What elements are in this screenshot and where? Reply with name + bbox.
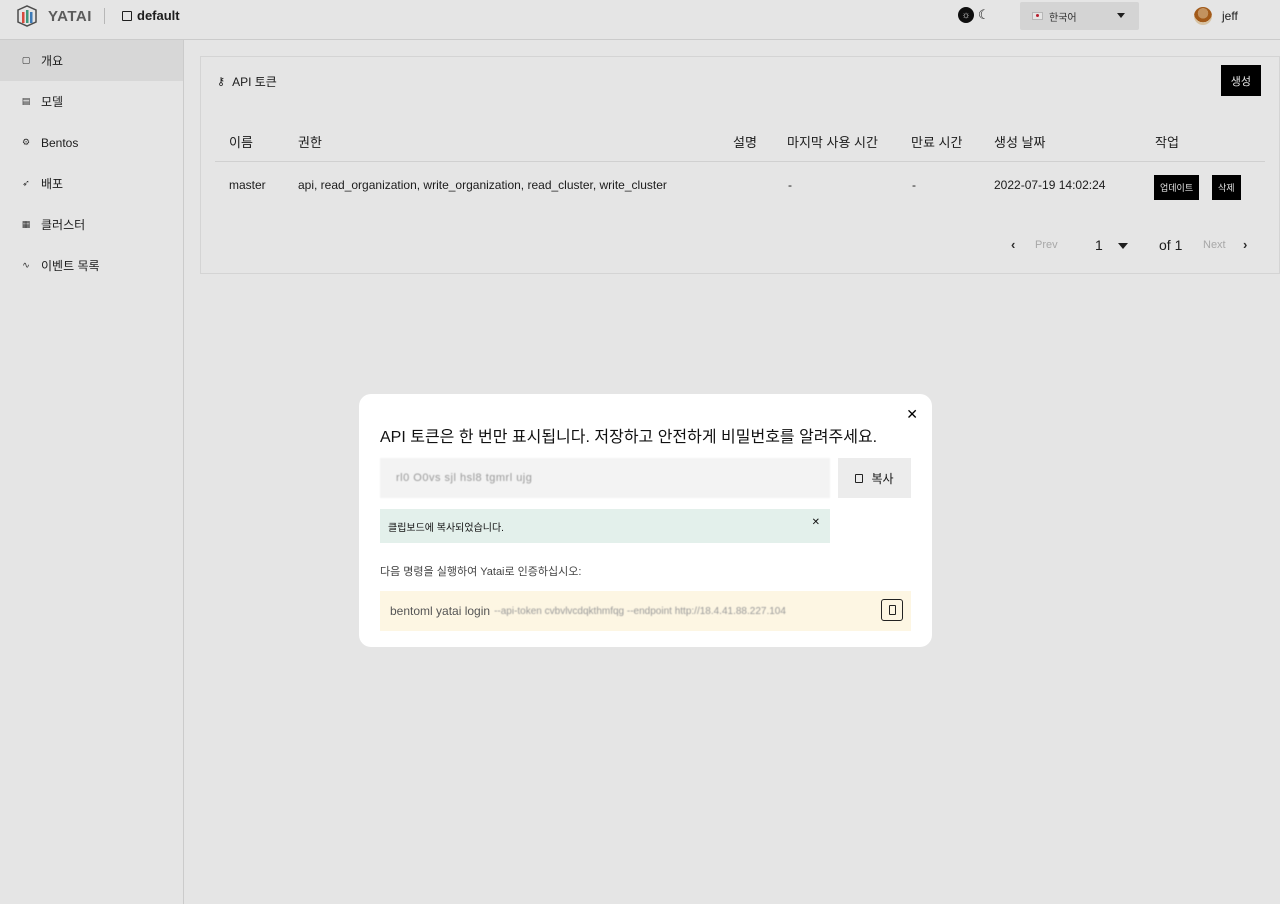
close-icon[interactable]: ✕ <box>906 406 918 423</box>
copy-command-icon[interactable] <box>881 599 903 621</box>
copy-token-button[interactable]: 복사 <box>838 458 911 498</box>
login-instruction: 다음 명령을 실행하여 Yatai로 인증하십시오: <box>380 566 582 578</box>
copy-button-label: 복사 <box>871 471 894 486</box>
login-command: bentoml yatai login <box>390 604 491 618</box>
copied-notification: 클립보드에 복사되었습니다. ✕ <box>380 509 830 543</box>
close-icon[interactable]: ✕ <box>812 517 820 528</box>
dialog-title: API 토큰은 한 번만 표시됩니다. 저장하고 안전하게 비밀번호를 알려주세… <box>380 429 878 446</box>
clipboard-icon <box>855 473 864 483</box>
token-created-dialog: ✕ API 토큰은 한 번만 표시됩니다. 저장하고 안전하게 비밀번호를 알려… <box>359 394 932 647</box>
token-value-field[interactable]: rl0 O0vs sjl hsl8 tgmrl ujg <box>380 458 830 498</box>
login-command-args: --api-token cvbvlvcdqkthmfqg --endpoint … <box>494 605 786 617</box>
login-command-box[interactable]: bentoml yatai login --api-token cvbvlvcd… <box>380 591 911 631</box>
copied-notification-text: 클립보드에 복사되었습니다. <box>388 522 504 534</box>
